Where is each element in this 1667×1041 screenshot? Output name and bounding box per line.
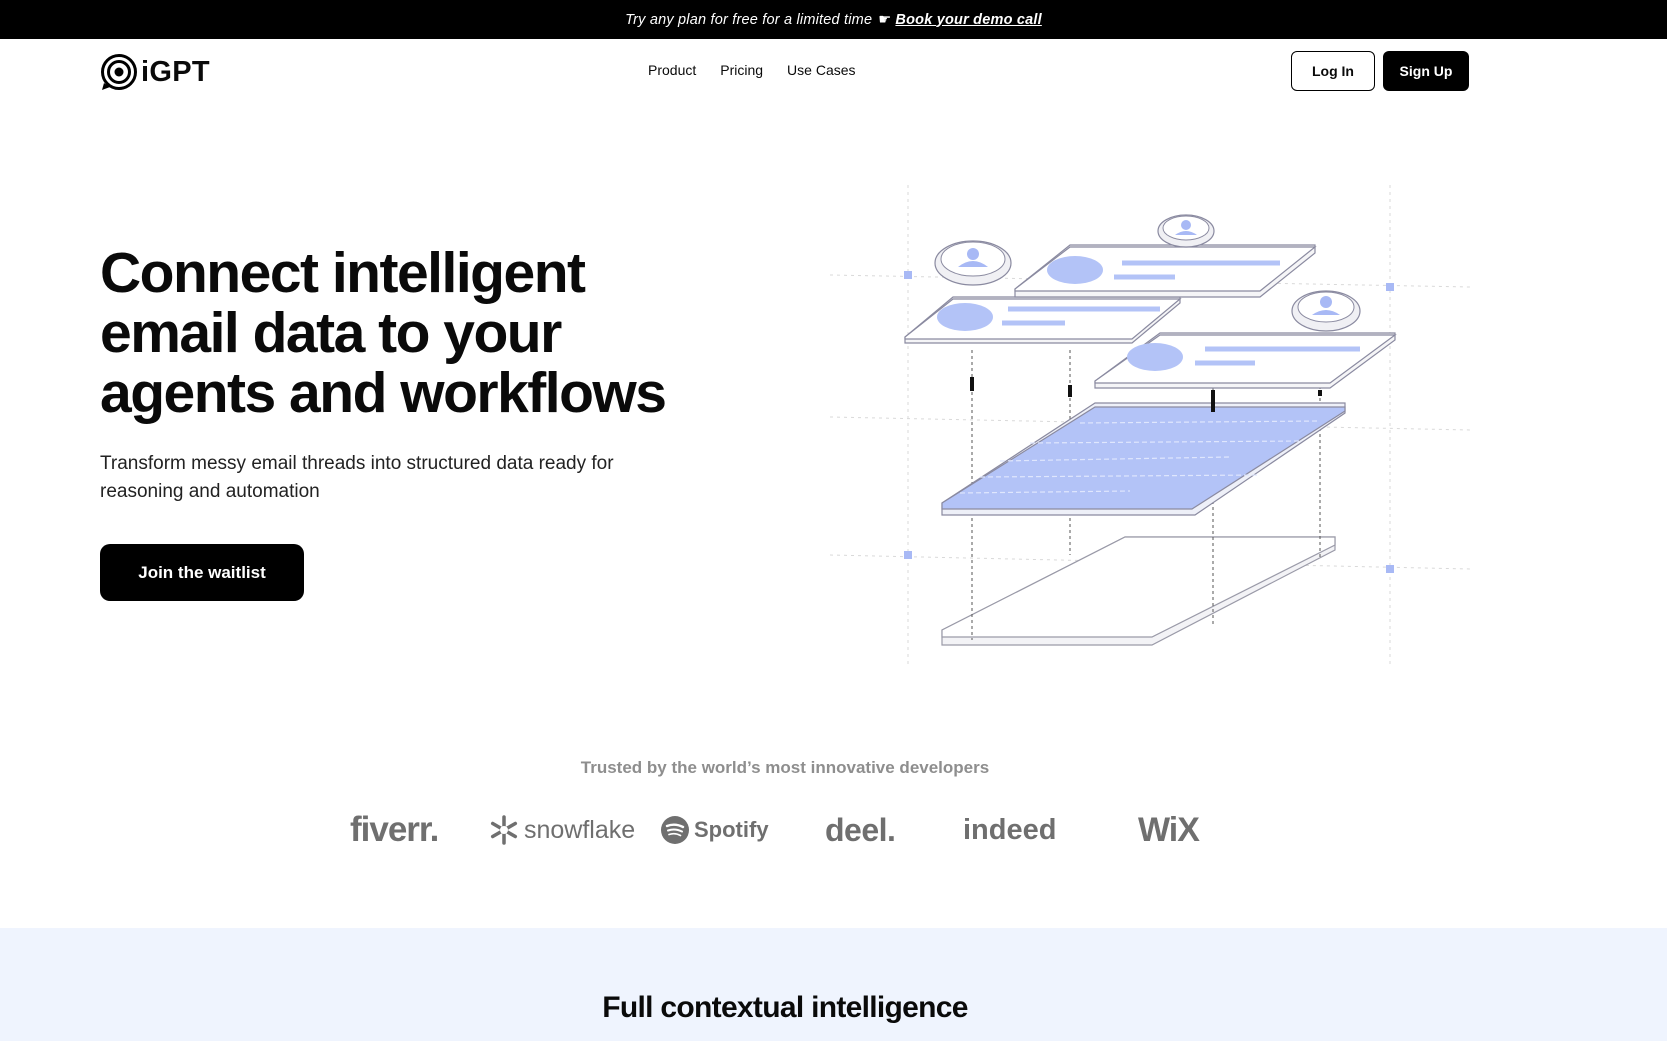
hero-title-line-3: agents and workflows <box>100 361 667 425</box>
snowflake-wordmark: snowflake <box>524 815 636 844</box>
snowflake-logo: snowflake <box>488 805 635 855</box>
book-demo-link[interactable]: Book your demo call <box>895 12 1041 28</box>
promo-text: Try any plan for free for a limited time <box>625 11 873 28</box>
features-title: Full contextual intelligence <box>602 991 968 1024</box>
brand-logos: fiverr. snowflake Spotify deel. indeed W… <box>340 805 1220 855</box>
hero-title: Connect intelligent email data to your a… <box>100 243 700 423</box>
features-section: Full contextual intelligence <box>0 928 1667 1041</box>
fiverr-logo: fiverr. <box>350 810 439 849</box>
avatar-bubble-1 <box>934 240 1012 286</box>
hero-subtitle: Transform messy email threads into struc… <box>100 453 614 502</box>
nav-link-use-cases[interactable]: Use Cases <box>787 62 855 78</box>
avatar-bubble-3 <box>1291 290 1361 332</box>
nav-link-pricing[interactable]: Pricing <box>720 62 763 78</box>
spotify-logo: Spotify <box>660 805 769 855</box>
spotify-icon <box>661 816 689 844</box>
hero-title-line-1: Connect intelligent <box>100 241 586 305</box>
nav-links: Product Pricing Use Cases <box>648 62 856 78</box>
deel-logo: deel. <box>825 811 896 848</box>
email-card-3 <box>1094 332 1397 389</box>
wix-logo: WiX <box>1138 810 1200 849</box>
logo-text: iGPT <box>141 55 210 88</box>
navbar: iGPT Product Pricing Use Cases Log In Si… <box>0 39 1667 103</box>
promo-bar: Try any plan for free for a limited time… <box>0 0 1667 39</box>
middle-plate <box>941 402 1346 516</box>
login-button[interactable]: Log In <box>1291 51 1375 91</box>
bottom-plate <box>941 536 1336 646</box>
hero-title-line-2: email data to your <box>100 301 562 365</box>
email-card-1 <box>904 296 1182 344</box>
igpt-logo-icon <box>101 54 137 90</box>
pointing-hand-icon: ☛ <box>878 11 892 28</box>
avatar-bubble-2 <box>1157 214 1215 248</box>
snowflake-icon <box>490 815 518 845</box>
signup-button[interactable]: Sign Up <box>1383 51 1469 91</box>
spotify-wordmark: Spotify <box>694 817 769 842</box>
trusted-label: Trusted by the world’s most innovative d… <box>580 758 990 777</box>
indeed-logo: indeed <box>963 813 1057 846</box>
hero-illustration <box>830 185 1470 665</box>
nav-link-product[interactable]: Product <box>648 62 696 78</box>
logo[interactable]: iGPT <box>100 53 210 91</box>
email-card-2 <box>1014 244 1317 298</box>
join-waitlist-button[interactable]: Join the waitlist <box>100 544 304 601</box>
